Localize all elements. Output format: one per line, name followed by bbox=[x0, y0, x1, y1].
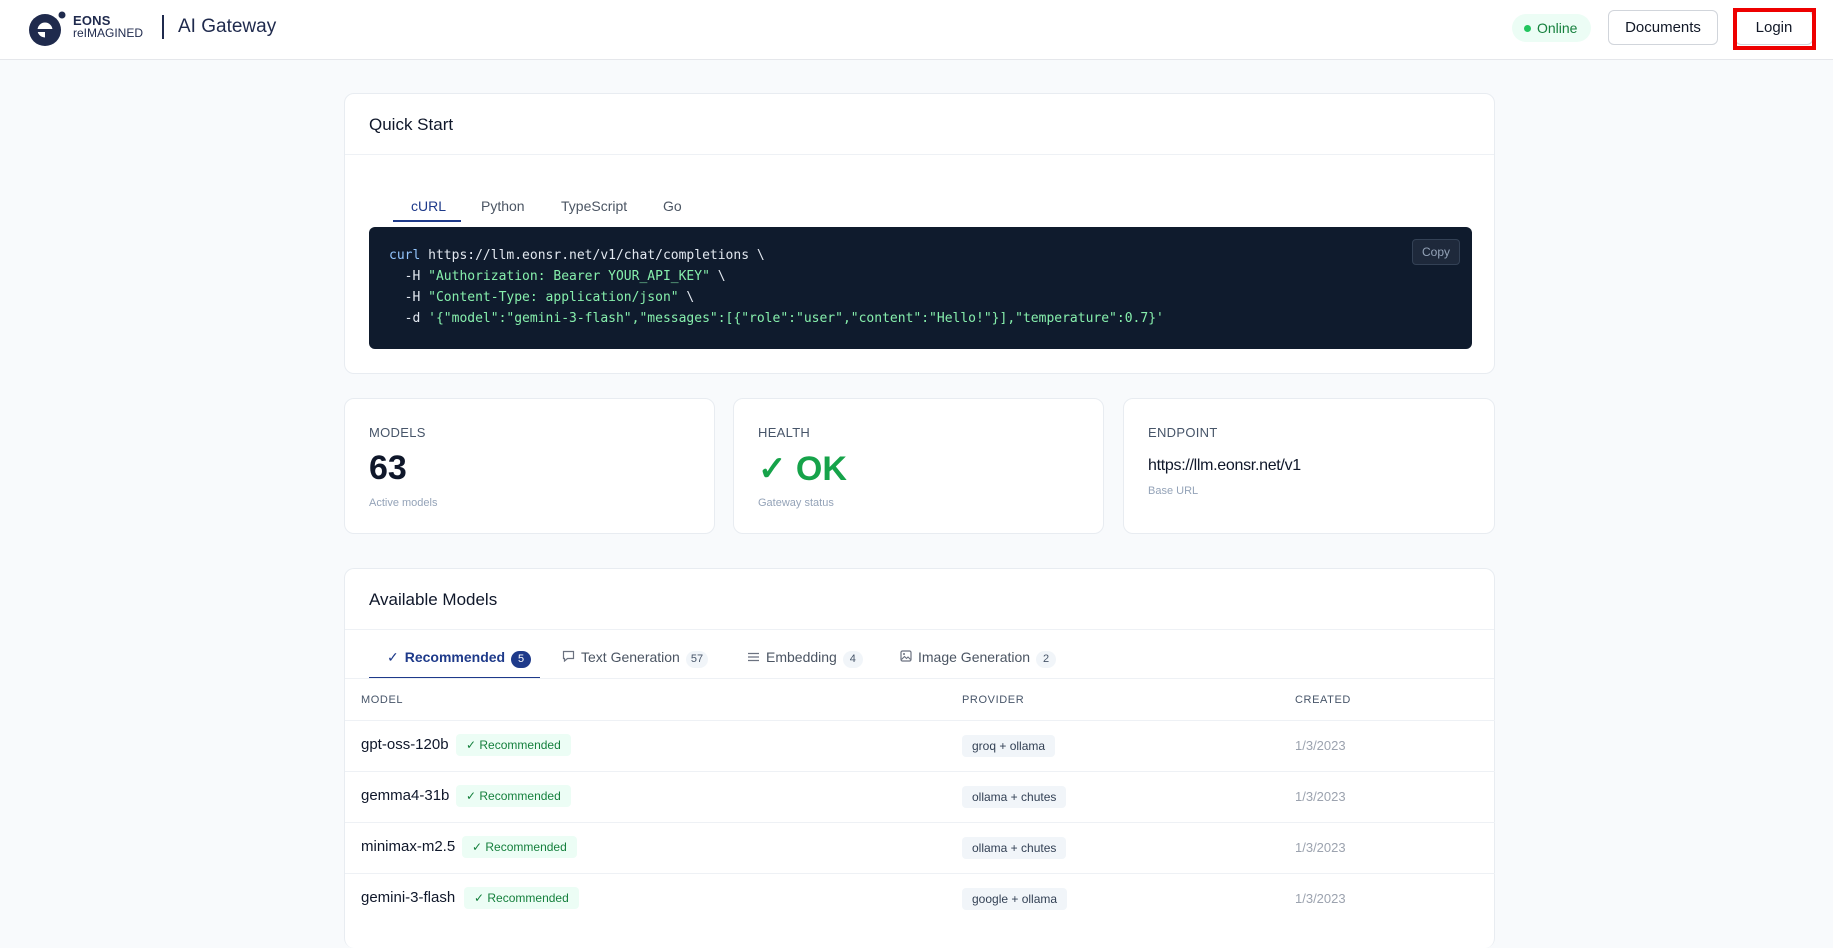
recommended-badge: ✓ Recommended bbox=[456, 734, 571, 756]
login-button[interactable]: Login bbox=[1735, 10, 1813, 45]
tab-active-indicator bbox=[393, 220, 461, 222]
endpoint-stat-label: ENDPOINT bbox=[1148, 425, 1218, 440]
available-models-title: Available Models bbox=[369, 590, 498, 609]
column-header-created: CREATED bbox=[1295, 694, 1351, 706]
model-name: minimax-m2.5 bbox=[361, 838, 456, 855]
table-row[interactable]: gpt-oss-120b ✓ Recommended groq + ollama… bbox=[345, 720, 1495, 771]
code-flag: -H bbox=[389, 290, 429, 305]
tab-curl[interactable]: cURL bbox=[411, 198, 446, 214]
status-text: Online bbox=[1537, 20, 1578, 36]
tab-count-badge: 5 bbox=[511, 651, 532, 668]
tab-python[interactable]: Python bbox=[481, 198, 525, 214]
code-continuation: \ bbox=[709, 269, 726, 284]
code-block: curl https://llm.eonsr.net/v1/chat/compl… bbox=[369, 227, 1472, 349]
column-header-provider: PROVIDER bbox=[962, 694, 1025, 706]
card-divider bbox=[345, 154, 1494, 155]
models-stat-label: MODELS bbox=[369, 425, 426, 440]
models-stat-sub: Active models bbox=[369, 497, 438, 509]
tab-go[interactable]: Go bbox=[663, 198, 682, 214]
table-row[interactable]: gemma4-31b ✓ Recommended ollama + chutes… bbox=[345, 771, 1495, 822]
tab-embedding[interactable]: Embedding 4 bbox=[747, 649, 863, 668]
code-url: https://llm.eonsr.net/v1/chat/completion… bbox=[420, 248, 765, 263]
available-models-card: Available Models ✓ Recommended 5 Text Gene… bbox=[344, 568, 1495, 948]
tab-image-generation[interactable]: Image Generation 2 bbox=[900, 649, 1057, 668]
health-stat-label: HEALTH bbox=[758, 425, 811, 440]
models-stat-card: MODELS 63 Active models bbox=[344, 398, 715, 534]
models-stat-value: 63 bbox=[369, 449, 407, 487]
endpoint-sub: Base URL bbox=[1148, 485, 1199, 497]
endpoint-stat-card: ENDPOINT https://llm.eonsr.net/v1 Base U… bbox=[1123, 398, 1495, 534]
code-flag: -H bbox=[389, 269, 429, 284]
tab-text-generation[interactable]: Text Generation 57 bbox=[562, 649, 709, 668]
brand-line2: reIMAGINED bbox=[73, 26, 144, 40]
eons-logo-icon bbox=[29, 11, 66, 46]
code-command: curl bbox=[389, 248, 421, 263]
code-line-3: -H "Content-Type: application/json" \ bbox=[389, 290, 695, 305]
tab-label: Text Generation bbox=[581, 649, 680, 665]
code-line-2: -H "Authorization: Bearer YOUR_API_KEY" … bbox=[389, 269, 726, 284]
card-divider bbox=[345, 629, 1494, 630]
provider-badge: groq + ollama bbox=[962, 735, 1056, 757]
top-bar: EONS reIMAGINED AI Gateway Online Docume… bbox=[0, 0, 1833, 60]
tab-recommended[interactable]: ✓ Recommended 5 bbox=[387, 649, 532, 668]
quick-start-card: Quick Start cURL Python TypeScript Go cu… bbox=[344, 93, 1495, 374]
list-icon bbox=[747, 649, 760, 665]
tabs-divider bbox=[345, 678, 1494, 679]
documents-button[interactable]: Documents bbox=[1608, 10, 1718, 45]
image-icon bbox=[900, 649, 912, 665]
created-date: 1/3/2023 bbox=[1295, 738, 1346, 753]
model-name: gpt-oss-120b bbox=[361, 736, 449, 753]
health-stat-card: HEALTH ✓ OK Gateway status bbox=[733, 398, 1104, 534]
app-title: AI Gateway bbox=[178, 16, 277, 37]
model-name: gemma4-31b bbox=[361, 787, 450, 804]
status-dot-icon bbox=[1524, 25, 1531, 32]
table-row[interactable]: gemini-3-flash ✓ Recommended google + ol… bbox=[345, 873, 1495, 924]
quick-start-title: Quick Start bbox=[369, 115, 454, 134]
provider-badge: ollama + chutes bbox=[962, 786, 1067, 808]
copy-button[interactable]: Copy bbox=[1412, 239, 1460, 265]
tab-label: Image Generation bbox=[918, 649, 1031, 665]
brand-wordmark: EONS reIMAGINED bbox=[73, 14, 143, 40]
header-divider bbox=[162, 15, 164, 39]
created-date: 1/3/2023 bbox=[1295, 789, 1346, 804]
tab-label: Embedding bbox=[766, 649, 837, 665]
created-date: 1/3/2023 bbox=[1295, 840, 1346, 855]
recommended-badge: ✓ Recommended bbox=[462, 836, 577, 858]
tab-typescript[interactable]: TypeScript bbox=[561, 198, 627, 214]
code-line-4: -d '{"model":"gemini-3-flash","messages"… bbox=[389, 311, 1164, 326]
code-string: "Authorization: Bearer YOUR_API_KEY" bbox=[428, 269, 710, 284]
code-string: '{"model":"gemini-3-flash","messages":[{… bbox=[428, 311, 1164, 326]
endpoint-url: https://llm.eonsr.net/v1 bbox=[1148, 457, 1301, 474]
provider-badge: google + ollama bbox=[962, 888, 1068, 910]
model-name: gemini-3-flash bbox=[361, 889, 456, 906]
code-string: "Content-Type: application/json" bbox=[428, 290, 679, 305]
health-stat-value: ✓ OK bbox=[758, 450, 847, 488]
created-date: 1/3/2023 bbox=[1295, 891, 1346, 906]
tab-label: Recommended bbox=[404, 649, 506, 665]
code-flag: -d bbox=[389, 311, 429, 326]
check-icon: ✓ bbox=[387, 649, 399, 665]
chat-icon bbox=[562, 649, 575, 665]
tab-count-badge: 4 bbox=[842, 651, 863, 668]
status-badge: Online bbox=[1512, 14, 1592, 42]
recommended-badge: ✓ Recommended bbox=[456, 785, 571, 807]
tab-count-badge: 2 bbox=[1036, 651, 1057, 668]
provider-badge: ollama + chutes bbox=[962, 837, 1067, 859]
code-continuation: \ bbox=[678, 290, 695, 305]
table-row[interactable]: minimax-m2.5 ✓ Recommended ollama + chut… bbox=[345, 822, 1495, 873]
health-stat-sub: Gateway status bbox=[758, 497, 834, 509]
column-header-model: MODEL bbox=[361, 694, 404, 706]
tab-count-badge: 57 bbox=[685, 651, 709, 668]
recommended-badge: ✓ Recommended bbox=[464, 887, 579, 909]
code-line-1: curl https://llm.eonsr.net/v1/chat/compl… bbox=[389, 248, 765, 263]
